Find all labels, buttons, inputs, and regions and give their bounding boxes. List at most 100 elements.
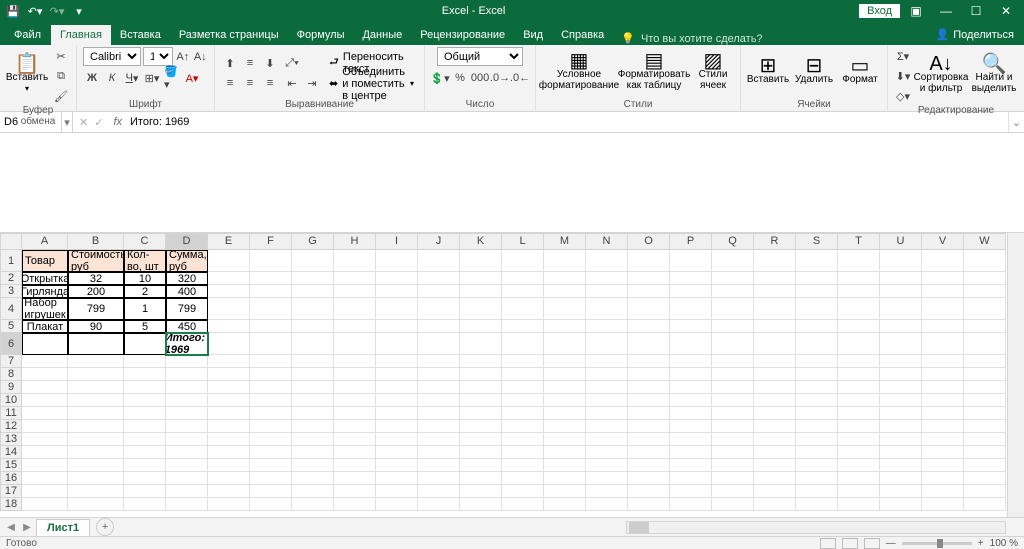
- cell[interactable]: [964, 320, 1006, 333]
- cell[interactable]: [208, 368, 250, 381]
- cell[interactable]: [250, 498, 292, 511]
- cell[interactable]: [334, 368, 376, 381]
- cell[interactable]: [670, 420, 712, 433]
- formula-input[interactable]: Итого: 1969: [126, 116, 1008, 128]
- cell[interactable]: [712, 368, 754, 381]
- cell[interactable]: [292, 298, 334, 320]
- cell[interactable]: [922, 285, 964, 298]
- cell[interactable]: [544, 433, 586, 446]
- cell[interactable]: [544, 485, 586, 498]
- cell[interactable]: [334, 498, 376, 511]
- cell[interactable]: 90: [68, 320, 124, 333]
- cell[interactable]: [544, 446, 586, 459]
- cell[interactable]: [838, 433, 880, 446]
- cell[interactable]: [334, 485, 376, 498]
- orientation-icon[interactable]: ⤢▾: [283, 54, 301, 72]
- cell[interactable]: [670, 381, 712, 394]
- cell[interactable]: [586, 320, 628, 333]
- add-sheet-icon[interactable]: +: [96, 518, 114, 536]
- cell[interactable]: [376, 459, 418, 472]
- qat-customize-icon[interactable]: ▾: [70, 2, 88, 20]
- cell[interactable]: Набор игрушек: [22, 298, 68, 320]
- row-header[interactable]: 15: [0, 459, 22, 472]
- cell[interactable]: [880, 394, 922, 407]
- column-header[interactable]: K: [460, 233, 502, 250]
- cell[interactable]: [292, 498, 334, 511]
- conditional-format-button[interactable]: ▦Условное форматирование: [542, 48, 616, 98]
- cell[interactable]: [964, 446, 1006, 459]
- format-painter-icon[interactable]: 🖌: [52, 87, 70, 105]
- cell[interactable]: [796, 298, 838, 320]
- tab-вид[interactable]: Вид: [514, 25, 552, 45]
- tab-справка[interactable]: Справка: [552, 25, 613, 45]
- cell[interactable]: [586, 368, 628, 381]
- cell[interactable]: [376, 394, 418, 407]
- fx-icon[interactable]: fx: [109, 116, 126, 128]
- cell[interactable]: [22, 355, 68, 368]
- cell[interactable]: [586, 459, 628, 472]
- cell[interactable]: [68, 498, 124, 511]
- cell[interactable]: [586, 498, 628, 511]
- cell[interactable]: [418, 355, 460, 368]
- cell[interactable]: 2: [124, 285, 166, 298]
- cell[interactable]: [418, 272, 460, 285]
- cell[interactable]: [544, 272, 586, 285]
- find-select-button[interactable]: 🔍Найти и выделить: [970, 51, 1018, 101]
- cell[interactable]: [334, 446, 376, 459]
- cell[interactable]: [754, 272, 796, 285]
- cell[interactable]: [628, 420, 670, 433]
- row-header[interactable]: 9: [0, 381, 22, 394]
- cell[interactable]: 799: [166, 298, 208, 320]
- cell[interactable]: [712, 298, 754, 320]
- cell[interactable]: [586, 381, 628, 394]
- cell[interactable]: [754, 407, 796, 420]
- cell[interactable]: [838, 250, 880, 272]
- cell[interactable]: Итого: 1969: [166, 333, 208, 355]
- cell[interactable]: [376, 298, 418, 320]
- font-color-icon[interactable]: A▾: [183, 69, 201, 87]
- cell[interactable]: [68, 459, 124, 472]
- align-top-icon[interactable]: ⬆: [221, 54, 239, 72]
- cell[interactable]: [418, 333, 460, 355]
- cell[interactable]: [292, 407, 334, 420]
- cell[interactable]: [544, 368, 586, 381]
- cell[interactable]: [586, 394, 628, 407]
- cell[interactable]: [418, 320, 460, 333]
- cell[interactable]: [922, 433, 964, 446]
- cell[interactable]: [208, 298, 250, 320]
- cell[interactable]: 320: [166, 272, 208, 285]
- cell[interactable]: [418, 298, 460, 320]
- tab-данные[interactable]: Данные: [353, 25, 411, 45]
- cell[interactable]: [922, 498, 964, 511]
- cell[interactable]: [922, 298, 964, 320]
- cell[interactable]: [964, 459, 1006, 472]
- cell[interactable]: [712, 250, 754, 272]
- column-header[interactable]: P: [670, 233, 712, 250]
- cell[interactable]: [628, 498, 670, 511]
- cell[interactable]: [922, 394, 964, 407]
- row-header[interactable]: 18: [0, 498, 22, 511]
- cell[interactable]: [376, 320, 418, 333]
- cell[interactable]: [460, 498, 502, 511]
- cell[interactable]: [418, 407, 460, 420]
- column-header[interactable]: R: [754, 233, 796, 250]
- cell[interactable]: [712, 285, 754, 298]
- cell[interactable]: [460, 459, 502, 472]
- cell[interactable]: [166, 368, 208, 381]
- cell[interactable]: [22, 472, 68, 485]
- cell[interactable]: [376, 333, 418, 355]
- cell[interactable]: Плакат: [22, 320, 68, 333]
- cell[interactable]: [880, 498, 922, 511]
- cell[interactable]: [628, 250, 670, 272]
- cell[interactable]: [754, 285, 796, 298]
- cell[interactable]: [544, 250, 586, 272]
- cell[interactable]: [208, 250, 250, 272]
- cell[interactable]: [250, 394, 292, 407]
- cell[interactable]: [208, 446, 250, 459]
- cell[interactable]: [586, 355, 628, 368]
- cell[interactable]: [292, 433, 334, 446]
- cell[interactable]: [628, 433, 670, 446]
- column-header[interactable]: S: [796, 233, 838, 250]
- cell[interactable]: [670, 459, 712, 472]
- cell[interactable]: [922, 459, 964, 472]
